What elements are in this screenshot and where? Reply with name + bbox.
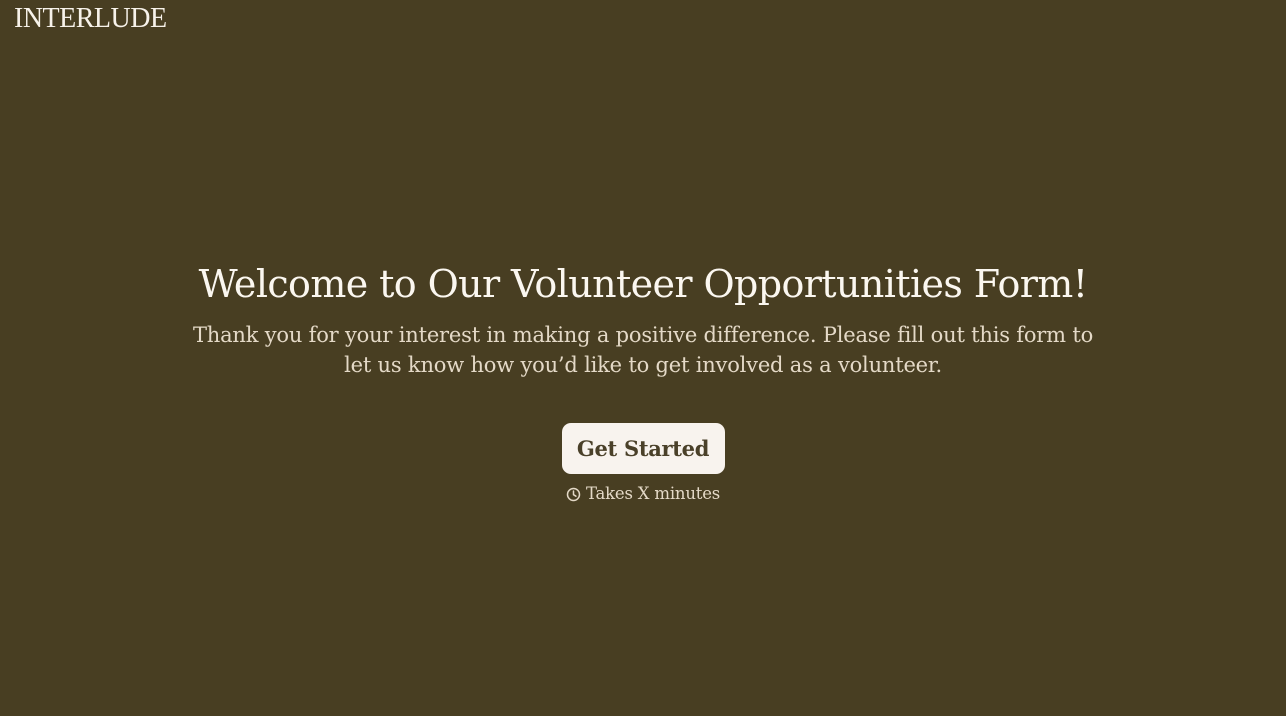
form-description: Thank you for your interest in making a … [192,323,1094,377]
estimated-duration: Takes X minutes [566,484,720,504]
form-title: Welcome to Our Volunteer Opportunities F… [198,262,1088,306]
clock-icon [566,487,581,502]
get-started-button[interactable]: Get Started [561,423,725,474]
brand-logo: INTERLUDE [14,3,167,34]
welcome-screen: Welcome to Our Volunteer Opportunities F… [0,258,1286,504]
duration-text: Takes X minutes [585,484,721,503]
